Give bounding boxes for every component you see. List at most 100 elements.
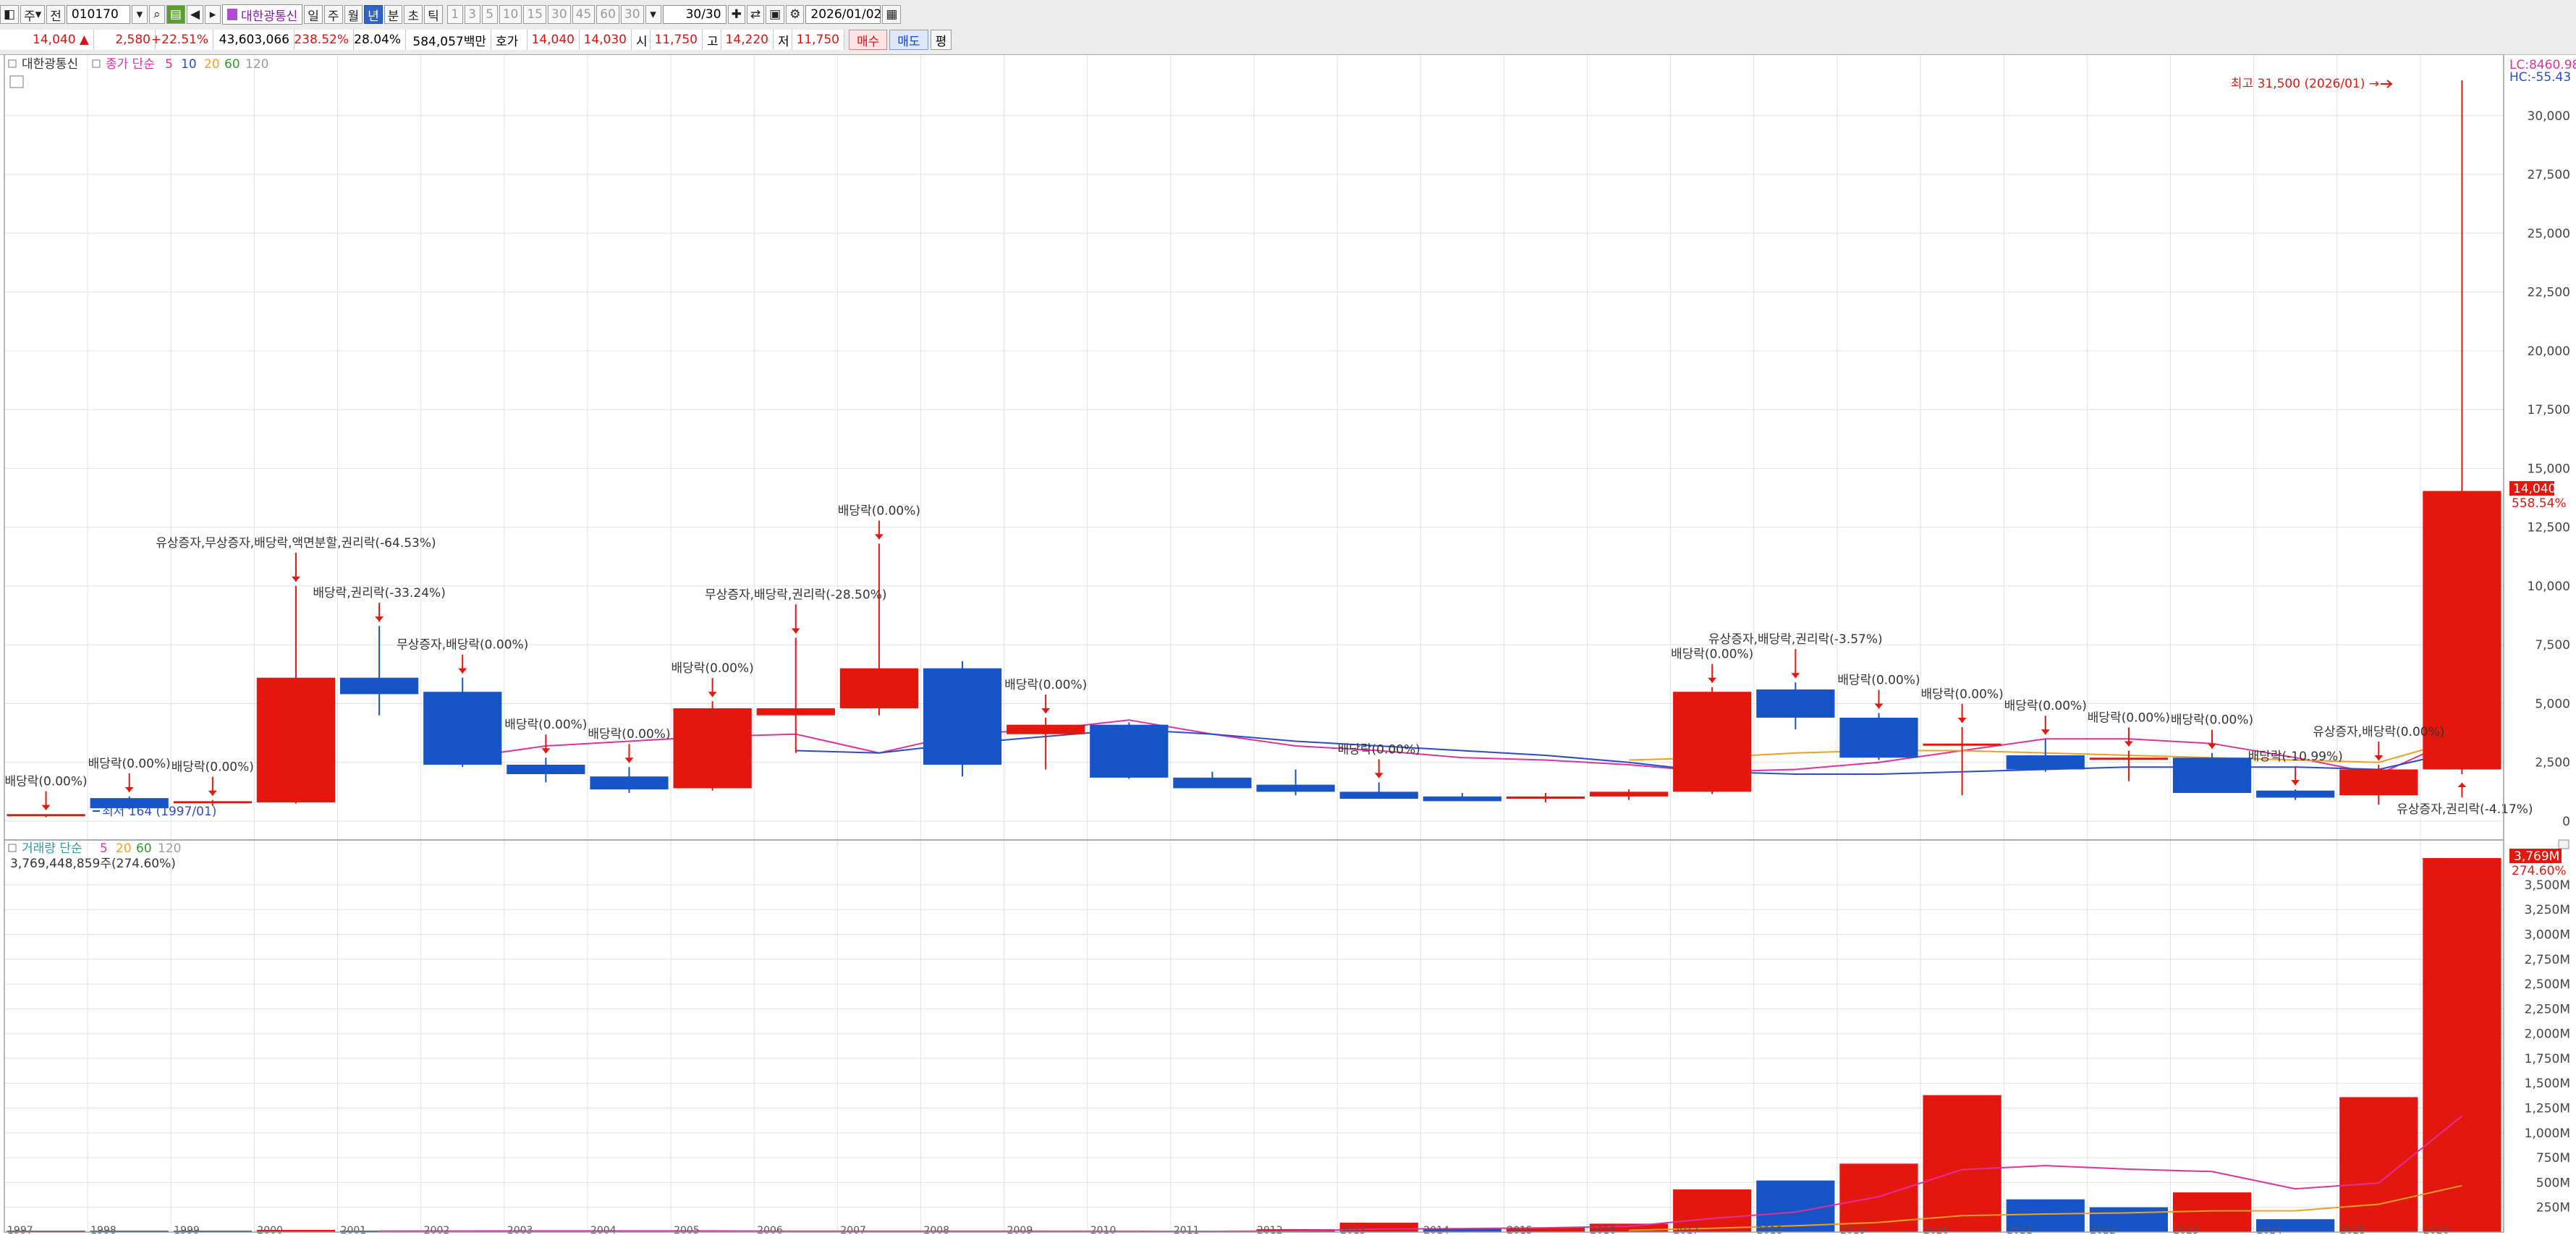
period-unit-select[interactable]: 주 ▾ bbox=[20, 5, 46, 24]
toolbar-row-controls: ◧ 주 ▾ 전 010170 ▾ ⌕ ▤ ◀ ▸ 대한광통신 일주월년분초틱 13… bbox=[0, 2, 902, 27]
candle-body bbox=[256, 677, 336, 802]
interval-tab-2[interactable]: 월 bbox=[344, 5, 363, 24]
ma-period-10: 10 bbox=[181, 57, 197, 72]
quote-ask: 14,040 bbox=[528, 30, 580, 50]
year-label: 2000 bbox=[257, 1225, 283, 1235]
code-dropdown-icon[interactable]: ▾ bbox=[131, 5, 148, 24]
search-icon[interactable]: ⌕ bbox=[148, 5, 165, 24]
quote-open-label: 시 bbox=[632, 30, 651, 50]
candle-body bbox=[2089, 757, 2169, 760]
annotation-text: 유상증자,배당락,권리락(-3.57%) bbox=[1708, 632, 1883, 647]
year-label: 2003 bbox=[507, 1225, 533, 1235]
speaker-icon[interactable]: ◀ bbox=[186, 5, 204, 24]
price-tick-label: 27,500 bbox=[2528, 168, 2570, 182]
candle bbox=[1173, 771, 1252, 789]
year-label: 2019 bbox=[1840, 1225, 1866, 1235]
annotation-arrow-icon bbox=[541, 748, 551, 754]
date-input[interactable]: 2026/01/02 bbox=[805, 5, 881, 24]
count-field[interactable]: 30/30 bbox=[662, 5, 726, 24]
chart-menu-icon[interactable] bbox=[9, 75, 24, 88]
year-label: 2004 bbox=[590, 1225, 617, 1235]
interval-tab-5[interactable]: 초 bbox=[404, 5, 423, 24]
year-label: 2023 bbox=[2173, 1225, 2199, 1235]
annotation-text: 유상증자,권리락(-4.17%) bbox=[2397, 802, 2533, 817]
speaker-dropdown-icon[interactable]: ▸ bbox=[205, 5, 221, 24]
candle bbox=[1589, 789, 1669, 800]
annotation-text: 배당락(0.00%) bbox=[88, 757, 171, 771]
last-volume: 3,769M bbox=[2514, 849, 2559, 864]
calendar-icon[interactable]: ▦ bbox=[882, 5, 902, 24]
price-tick-label: 2,500 bbox=[2535, 756, 2570, 771]
annotation-arrow-icon bbox=[1874, 703, 1884, 709]
count-tab-5[interactable]: 30 bbox=[548, 5, 571, 24]
candle-body bbox=[2339, 769, 2418, 796]
panel-toggle-icon[interactable] bbox=[8, 59, 17, 68]
annotation-arrow-icon bbox=[375, 616, 384, 622]
candle-body bbox=[756, 708, 835, 716]
count-tab-4[interactable]: 15 bbox=[523, 5, 546, 24]
sell-button[interactable]: 매도 bbox=[889, 30, 928, 50]
count-tab-7[interactable]: 60 bbox=[596, 5, 619, 24]
buy-button[interactable]: 매수 bbox=[849, 30, 888, 50]
chart-area[interactable]: 배당락(0.00%)배당락(0.00%) 배당락(0.00%)유상증자,무상증자,… bbox=[0, 54, 2576, 1235]
annotation-arrow-icon bbox=[208, 790, 217, 796]
annotation: 유상증자,무상증자,배당락,액면분할,권리락(-64.53%) bbox=[156, 536, 436, 582]
interval-tab-4[interactable]: 분 bbox=[384, 5, 403, 24]
panel-maximize-icon[interactable] bbox=[2558, 839, 2569, 849]
last-price-tag: 14,040 558.54% bbox=[2509, 481, 2567, 511]
volume-panel-title: 거래량 단순 bbox=[22, 841, 82, 856]
stock-code-input[interactable]: 010170 bbox=[66, 5, 130, 24]
candle bbox=[1756, 682, 1835, 730]
annotation-arrow-icon bbox=[874, 534, 884, 540]
ma-toggle-icon[interactable] bbox=[92, 59, 101, 68]
candle-body bbox=[1423, 796, 1501, 802]
chevron-down-icon: ▾ bbox=[35, 7, 42, 22]
count-dropdown-icon[interactable]: ▾ bbox=[645, 5, 661, 24]
gear-icon[interactable]: ⚙ bbox=[786, 5, 805, 24]
interval-tab-3[interactable]: 년 bbox=[364, 5, 383, 24]
annotation-text: 배당락(0.00%) bbox=[504, 718, 587, 732]
candle bbox=[1256, 769, 1335, 796]
volume-bar bbox=[2423, 858, 2501, 1232]
price-tick-label: 20,000 bbox=[2528, 344, 2570, 359]
count-tab-0[interactable]: 1 bbox=[446, 5, 463, 24]
candle bbox=[1839, 713, 1918, 760]
count-tab-6[interactable]: 45 bbox=[572, 5, 596, 24]
crosshair-icon[interactable]: ✚ bbox=[727, 5, 745, 24]
count-tab-1[interactable]: 3 bbox=[464, 5, 480, 24]
annotation-arrow-icon bbox=[41, 805, 51, 810]
candle-body bbox=[507, 764, 585, 774]
annotation-text: 무상증자,배당락(0.00%) bbox=[397, 638, 528, 653]
annotation-text: 유상증자,무상증자,배당락,액면분할,권리락(-64.53%) bbox=[156, 536, 436, 551]
annotation-text: 배당락(0.00%) bbox=[1338, 742, 1420, 757]
candle-body bbox=[923, 668, 1002, 765]
candle-body bbox=[2172, 757, 2252, 793]
annotation-arrow-icon bbox=[2041, 729, 2050, 735]
volume-toggle-icon[interactable] bbox=[8, 844, 17, 852]
candle-body bbox=[590, 776, 669, 790]
prev-button[interactable]: 전 bbox=[46, 5, 65, 24]
year-label: 2009 bbox=[1007, 1225, 1033, 1235]
interval-tab-6[interactable]: 틱 bbox=[424, 5, 443, 24]
interval-tab-0[interactable]: 일 bbox=[304, 5, 323, 24]
candle bbox=[1007, 717, 1085, 770]
stock-name-tag[interactable]: 대한광통신 bbox=[222, 4, 303, 25]
volume-bar bbox=[2339, 1097, 2418, 1232]
layout-icon[interactable]: ◧ bbox=[0, 5, 20, 24]
year-label: 2018 bbox=[1757, 1225, 1783, 1235]
save-icon[interactable]: ▣ bbox=[766, 5, 785, 24]
annotation: 배당락(0.00%) bbox=[588, 727, 671, 763]
annotation-arrow-icon bbox=[624, 757, 634, 763]
year-label: 2001 bbox=[341, 1225, 367, 1235]
interval-tab-1[interactable]: 주 bbox=[323, 5, 343, 24]
count-tab-8[interactable]: 30 bbox=[620, 5, 644, 24]
compare-icon[interactable]: ⇄ bbox=[746, 5, 765, 24]
candle-body bbox=[673, 708, 752, 789]
count-tab-2[interactable]: 5 bbox=[481, 5, 498, 24]
count-tab-3[interactable]: 10 bbox=[499, 5, 522, 24]
sector-icon[interactable]: ▤ bbox=[166, 5, 185, 24]
annotation-text: 배당락(0.00%) bbox=[4, 775, 87, 789]
price-tick-label: 12,500 bbox=[2528, 521, 2570, 535]
volume-bar bbox=[1923, 1095, 2001, 1232]
eval-button[interactable]: 평 bbox=[930, 30, 952, 50]
